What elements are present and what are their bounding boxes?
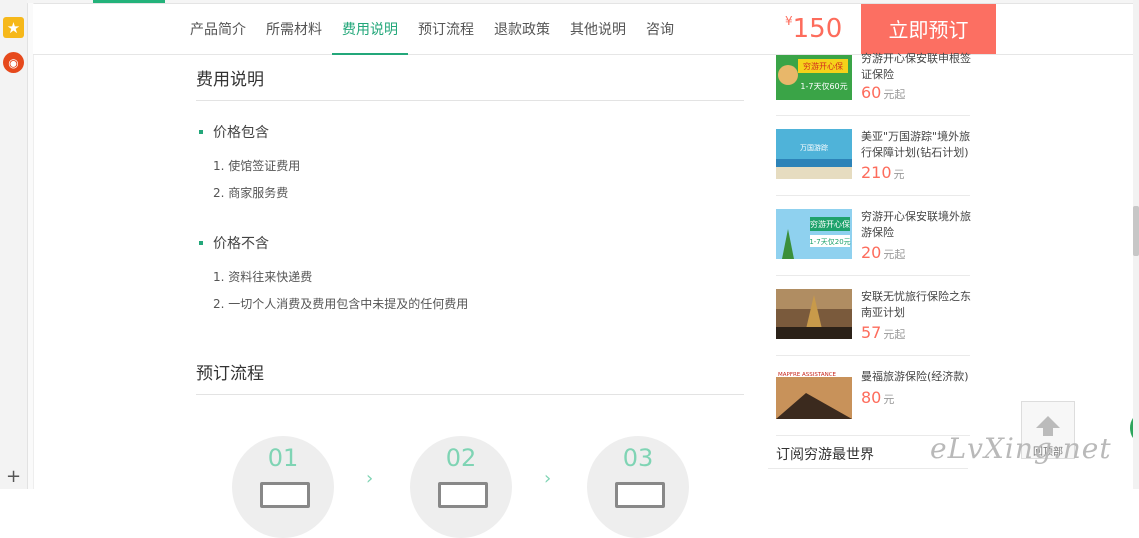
process-section-title: 预订流程 [196, 349, 744, 395]
product-price: 57 元起 [861, 323, 906, 342]
product-card[interactable]: 万国游踪 美亚"万国游踪"境外旅行保障计划(钻石计划) 210 元 [776, 116, 970, 196]
main-content: 费用说明 价格包含 1. 使馆签证费用 2. 商家服务费 价格不含 1. 资料往… [196, 55, 744, 395]
step-circle: 02 [410, 436, 512, 538]
related-products-sidebar: 穷游开心保 1-7天仅60元 穷游开心保安联申根签证保险 60 元起 万国游踪 美亚… [776, 52, 973, 436]
included-item: 1. 使馆签证费用 [213, 159, 301, 173]
favorites-star-icon[interactable]: ★ [3, 17, 24, 38]
scrollbar-thumb[interactable] [1133, 206, 1139, 256]
product-card[interactable]: 安联无忧旅行保险之东南亚计划 57 元起 [776, 276, 973, 356]
book-now-button[interactable]: 立即预订 [861, 4, 996, 54]
product-title[interactable]: 穷游开心保安联境外旅游保险 [861, 209, 973, 241]
arrow-up-icon [1036, 416, 1060, 428]
svg-text:穷游开心保: 穷游开心保 [810, 219, 850, 229]
document-icon [615, 482, 665, 508]
included-heading: 价格包含 [196, 123, 744, 143]
product-card[interactable]: 穷游开心保 1-7天仅60元 穷游开心保安联申根签证保险 60 元起 [776, 52, 971, 116]
product-title[interactable]: 曼福旅游保险(经济款) [861, 369, 973, 385]
price-display: ¥150 [785, 14, 842, 44]
scrollbar[interactable] [1133, 0, 1139, 489]
product-price: 80 元 [861, 388, 895, 407]
product-title[interactable]: 安联无忧旅行保险之东南亚计划 [861, 289, 973, 321]
step-circle: 01 [232, 436, 334, 538]
tab-1[interactable]: 所需材料 [256, 4, 332, 54]
product-card[interactable]: MAPFRE ASSISTANCE 曼福旅游保险(经济款) 80 元 [776, 356, 970, 436]
included-item: 2. 商家服务费 [213, 186, 289, 200]
product-price: 210 元 [861, 163, 905, 182]
tab-2[interactable]: 费用说明 [332, 4, 408, 55]
product-thumbnail[interactable]: 万国游踪 [776, 129, 852, 179]
card-icon [438, 482, 488, 508]
add-icon[interactable]: + [0, 466, 27, 487]
tab-5[interactable]: 其他说明 [560, 4, 636, 54]
tab-6[interactable]: 咨询 [636, 4, 684, 54]
product-price: 60 元起 [861, 83, 906, 102]
product-thumbnail[interactable]: MAPFRE ASSISTANCE [776, 369, 852, 419]
process-steps: 01 › 02 › 03 [196, 430, 744, 538]
tab-0[interactable]: 产品简介 [180, 4, 256, 54]
watermark: eLvXing.net [930, 432, 1112, 465]
product-nav-bar: 产品简介 所需材料 费用说明 预订流程 退款政策 其他说明 咨询 ¥150 立即预订 [33, 4, 1133, 55]
svg-text:万国游踪: 万国游踪 [800, 143, 828, 152]
step-arrow-icon: › [366, 468, 374, 489]
tab-4[interactable]: 退款政策 [484, 4, 560, 54]
product-title[interactable]: 穷游开心保安联申根签证保险 [861, 51, 973, 83]
fees-section-title: 费用说明 [196, 55, 744, 101]
product-title[interactable]: 美亚"万国游踪"境外旅行保障计划(钻石计划) [861, 129, 973, 161]
product-thumbnail[interactable] [776, 289, 852, 339]
product-thumbnail[interactable]: 穷游开心保 1-7天仅60元 [776, 55, 852, 100]
svg-text:穷游开心保: 穷游开心保 [803, 61, 843, 71]
svg-text:1-7天仅20元: 1-7天仅20元 [809, 237, 850, 246]
calendar-icon [260, 482, 310, 508]
price-currency: ¥ [785, 14, 793, 28]
tab-3[interactable]: 预订流程 [408, 4, 484, 54]
excluded-item: 2. 一切个人消费及费用包含中未提及的任何费用 [213, 297, 469, 311]
svg-text:1-7天仅60元: 1-7天仅60元 [800, 81, 847, 91]
excluded-item: 1. 资料往来快递费 [213, 270, 313, 284]
step-circle: 03 [587, 436, 689, 538]
step-arrow-icon: › [544, 468, 552, 489]
product-thumbnail[interactable]: 穷游开心保 1-7天仅20元 [776, 209, 852, 259]
product-price: 20 元起 [861, 243, 906, 262]
subscribe-heading: 订阅穷游最世界 [776, 447, 874, 463]
weibo-icon[interactable]: ◉ [3, 52, 24, 73]
browser-side-rail: ★ ◉ + [0, 0, 28, 489]
excluded-heading: 价格不含 [196, 234, 744, 254]
nav-tabs: 产品简介 所需材料 费用说明 预订流程 退款政策 其他说明 咨询 [180, 4, 684, 55]
product-card[interactable]: 穷游开心保 1-7天仅20元 穷游开心保安联境外旅游保险 20 元起 [776, 196, 973, 276]
price-value: 150 [792, 14, 843, 44]
